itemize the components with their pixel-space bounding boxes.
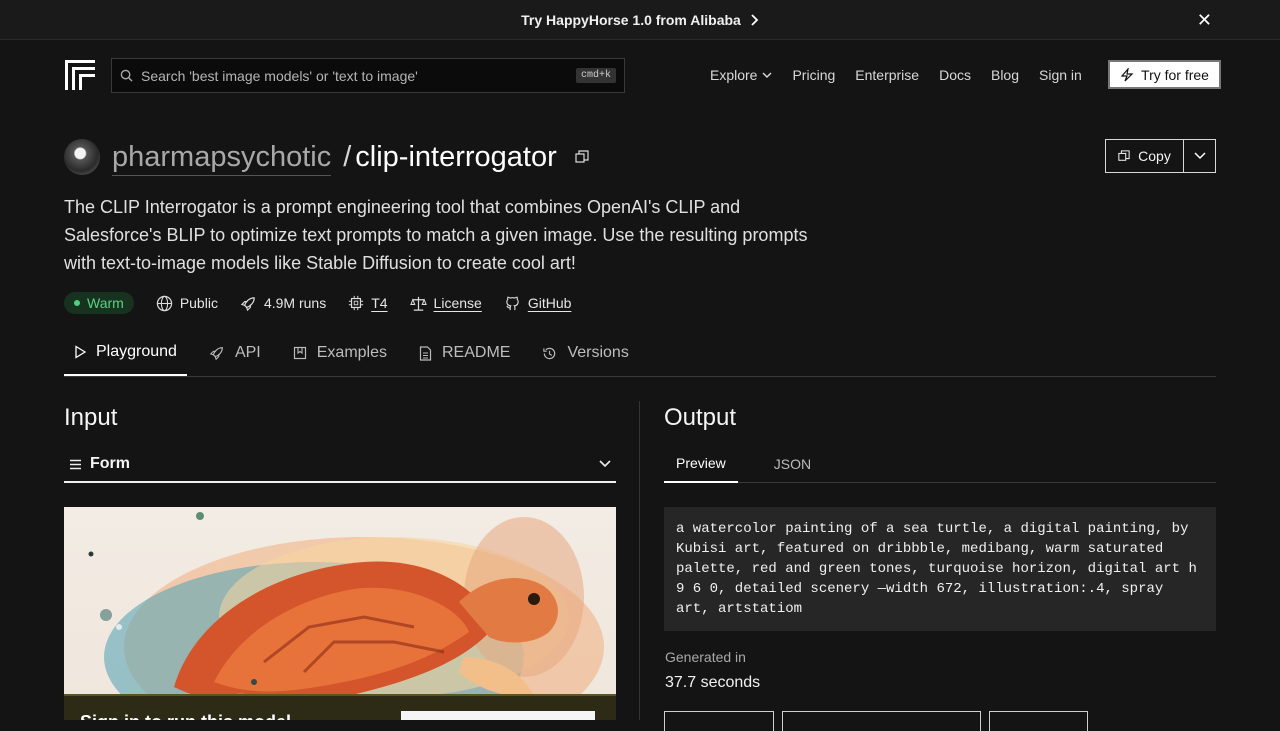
visibility: Public (156, 295, 218, 312)
copy-button-group: Copy (1105, 139, 1216, 173)
generated-label: Generated in (665, 649, 746, 665)
shortcut-hint: cmd+k (575, 68, 616, 83)
top-navigation: Search 'best image models' or 'text to i… (0, 40, 1280, 112)
globe-icon (156, 295, 173, 311)
copy-dropdown-button[interactable] (1184, 140, 1215, 172)
play-icon (75, 345, 86, 359)
history-icon (543, 347, 556, 359)
input-image[interactable]: Sign in to run this model (64, 507, 616, 720)
sign-in-button[interactable] (401, 711, 595, 720)
nav-enterprise[interactable]: Enterprise (855, 67, 919, 83)
model-meta: Warm Public 4.9M runs T4 License GitHub (64, 291, 571, 315)
model-description: The CLIP Interrogator is a prompt engine… (64, 197, 808, 273)
owner-link[interactable]: pharmapsychotic (112, 139, 332, 176)
model-title: pharmapsychotic / clip-interrogator (64, 137, 589, 177)
banner-link[interactable]: Try HappyHorse 1.0 from Alibaba (521, 12, 759, 28)
copy-icon (1118, 150, 1130, 161)
output-action-button[interactable] (782, 711, 981, 731)
output-text: a watercolor painting of a sea turtle, a… (664, 507, 1216, 631)
tab-api[interactable]: API (199, 330, 271, 376)
search-bar[interactable]: Search 'best image models' or 'text to i… (111, 58, 625, 93)
copy-button[interactable]: Copy (1106, 140, 1184, 172)
copy-label: Copy (1138, 148, 1171, 164)
hardware[interactable]: T4 (348, 295, 388, 311)
tab-preview[interactable]: Preview (664, 445, 738, 483)
nav-sign-in[interactable]: Sign in (1039, 67, 1082, 83)
try-for-free-label: Try for free (1141, 66, 1209, 83)
chip-icon (349, 295, 364, 311)
rocket-icon (209, 347, 223, 361)
copy-icon[interactable] (575, 150, 589, 164)
status-dot-icon (74, 300, 80, 306)
output-heading: Output (664, 404, 737, 431)
status-badge: Warm (64, 292, 134, 314)
tab-examples[interactable]: Examples (283, 330, 397, 376)
chevron-right-icon (751, 13, 759, 26)
panel-divider (639, 401, 640, 720)
form-toggle[interactable]: Form (64, 447, 616, 483)
form-label: Form (90, 455, 130, 472)
lightning-icon (1120, 67, 1134, 81)
scale-icon (409, 296, 427, 311)
announcement-banner: Try HappyHorse 1.0 from Alibaba ✕ (0, 0, 1280, 40)
banner-text: Try HappyHorse 1.0 from Alibaba (521, 11, 741, 28)
github-icon (506, 296, 519, 310)
owner-avatar[interactable] (64, 139, 100, 175)
nav-explore[interactable]: Explore (710, 67, 772, 83)
tab-readme[interactable]: README (409, 330, 520, 376)
rocket-icon (240, 296, 255, 311)
chevron-down-icon (599, 460, 611, 468)
close-icon[interactable]: ✕ (1197, 10, 1212, 31)
nav-docs[interactable]: Docs (939, 67, 971, 83)
tab-playground[interactable]: Playground (64, 330, 187, 376)
search-input[interactable]: Search 'best image models' or 'text to i… (141, 68, 568, 84)
generated-value: 37.7 seconds (665, 674, 761, 691)
license-link[interactable]: License (409, 295, 482, 312)
bookmark-icon (293, 346, 306, 360)
document-icon (419, 345, 432, 361)
title-separator: / (343, 140, 352, 173)
try-for-free-button[interactable]: Try for free (1108, 60, 1221, 89)
run-count: 4.9M runs (240, 295, 326, 312)
sign-in-overlay: Sign in to run this model (64, 694, 616, 720)
output-tabs: Preview JSON (664, 445, 1216, 483)
github-link[interactable]: GitHub (504, 295, 571, 312)
sea-turtle-illustration (88, 512, 604, 720)
list-icon (70, 459, 81, 469)
tab-versions[interactable]: Versions (532, 330, 638, 376)
nav-blog[interactable]: Blog (991, 67, 1019, 83)
input-heading: Input (64, 404, 118, 431)
model-tabs: Playground API Examples README Versions (64, 330, 1216, 377)
overlay-text: Sign in to run this model (80, 712, 291, 720)
chevron-down-icon (762, 72, 772, 78)
output-action-button[interactable] (989, 711, 1088, 731)
nav-links: Explore Pricing Enterprise Docs Blog Sig… (710, 62, 1082, 88)
tab-json[interactable]: JSON (762, 445, 823, 483)
model-name: clip-interrogator (355, 140, 557, 173)
nav-pricing[interactable]: Pricing (792, 67, 835, 83)
search-icon (120, 69, 133, 82)
replicate-logo[interactable] (64, 59, 96, 91)
output-action-button[interactable] (664, 711, 774, 731)
chevron-down-icon (1193, 152, 1206, 160)
